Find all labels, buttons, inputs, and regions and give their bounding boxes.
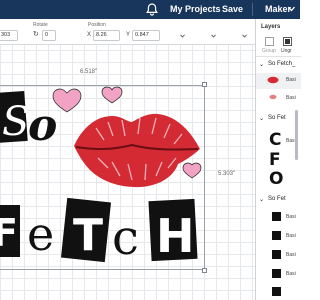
layers-panel: Layers Group Ungr ⌄ So Fetch_ Basi Basi … (255, 19, 301, 300)
text-so: S o (0, 90, 57, 151)
svg-text:F: F (0, 211, 18, 255)
layer-item[interactable]: Basi (256, 73, 301, 89)
layer-item-label: Basi (286, 214, 296, 220)
ungroup-label: Ungr (281, 48, 292, 54)
layer-swatch (272, 212, 281, 221)
svg-text:S: S (2, 99, 29, 145)
svg-text:T: T (73, 210, 103, 261)
lips-outline-thumbnail-icon (269, 94, 277, 100)
layers-title: Layers (261, 24, 281, 30)
ungroup-icon[interactable] (283, 37, 292, 46)
svg-text:c: c (112, 210, 139, 266)
layers-actions: Group Ungr (256, 35, 301, 57)
letter-c-thumbnail: C (269, 130, 282, 150)
text-fetch: F e T c H (0, 197, 198, 266)
chevron-down-icon[interactable]: ⌄ (259, 61, 264, 68)
chevron-down-icon[interactable] (288, 6, 295, 12)
layers-scrollbar[interactable] (295, 110, 298, 160)
layer-swatch (272, 269, 281, 278)
svg-text:o: o (28, 100, 57, 151)
layer-item-label: Basi (286, 77, 296, 83)
svg-text:e: e (27, 207, 54, 261)
svg-text:H: H (156, 209, 195, 263)
layer-group-so[interactable]: So Fet (268, 115, 286, 121)
so-fetch-artwork[interactable]: S o F e T c H (0, 0, 255, 300)
layer-item[interactable]: Basi (256, 91, 301, 105)
layer-group-root[interactable]: So Fetch_ (268, 61, 295, 67)
lips-graphic (74, 113, 200, 188)
letter-o-thumbnail: O (269, 169, 284, 189)
chevron-down-icon[interactable]: ⌄ (259, 115, 264, 122)
layer-swatch (272, 250, 281, 259)
heart-icon (101, 86, 123, 104)
lips-thumbnail-icon (267, 76, 279, 84)
group-icon[interactable] (265, 37, 274, 46)
layer-item-label: Basi (286, 252, 296, 258)
layer-item-label: Basi (286, 233, 296, 239)
layer-swatch (272, 231, 281, 240)
group-label: Group (262, 48, 276, 54)
layer-swatch (272, 287, 281, 296)
chevron-down-icon[interactable]: ⌄ (259, 196, 264, 203)
layer-group-fetch[interactable]: So Fet (268, 196, 286, 202)
layer-item-label: Basi (286, 95, 296, 101)
layer-item-label: Basi (286, 271, 296, 277)
letter-f-thumbnail: F (269, 150, 281, 170)
heart-icon (182, 162, 202, 179)
